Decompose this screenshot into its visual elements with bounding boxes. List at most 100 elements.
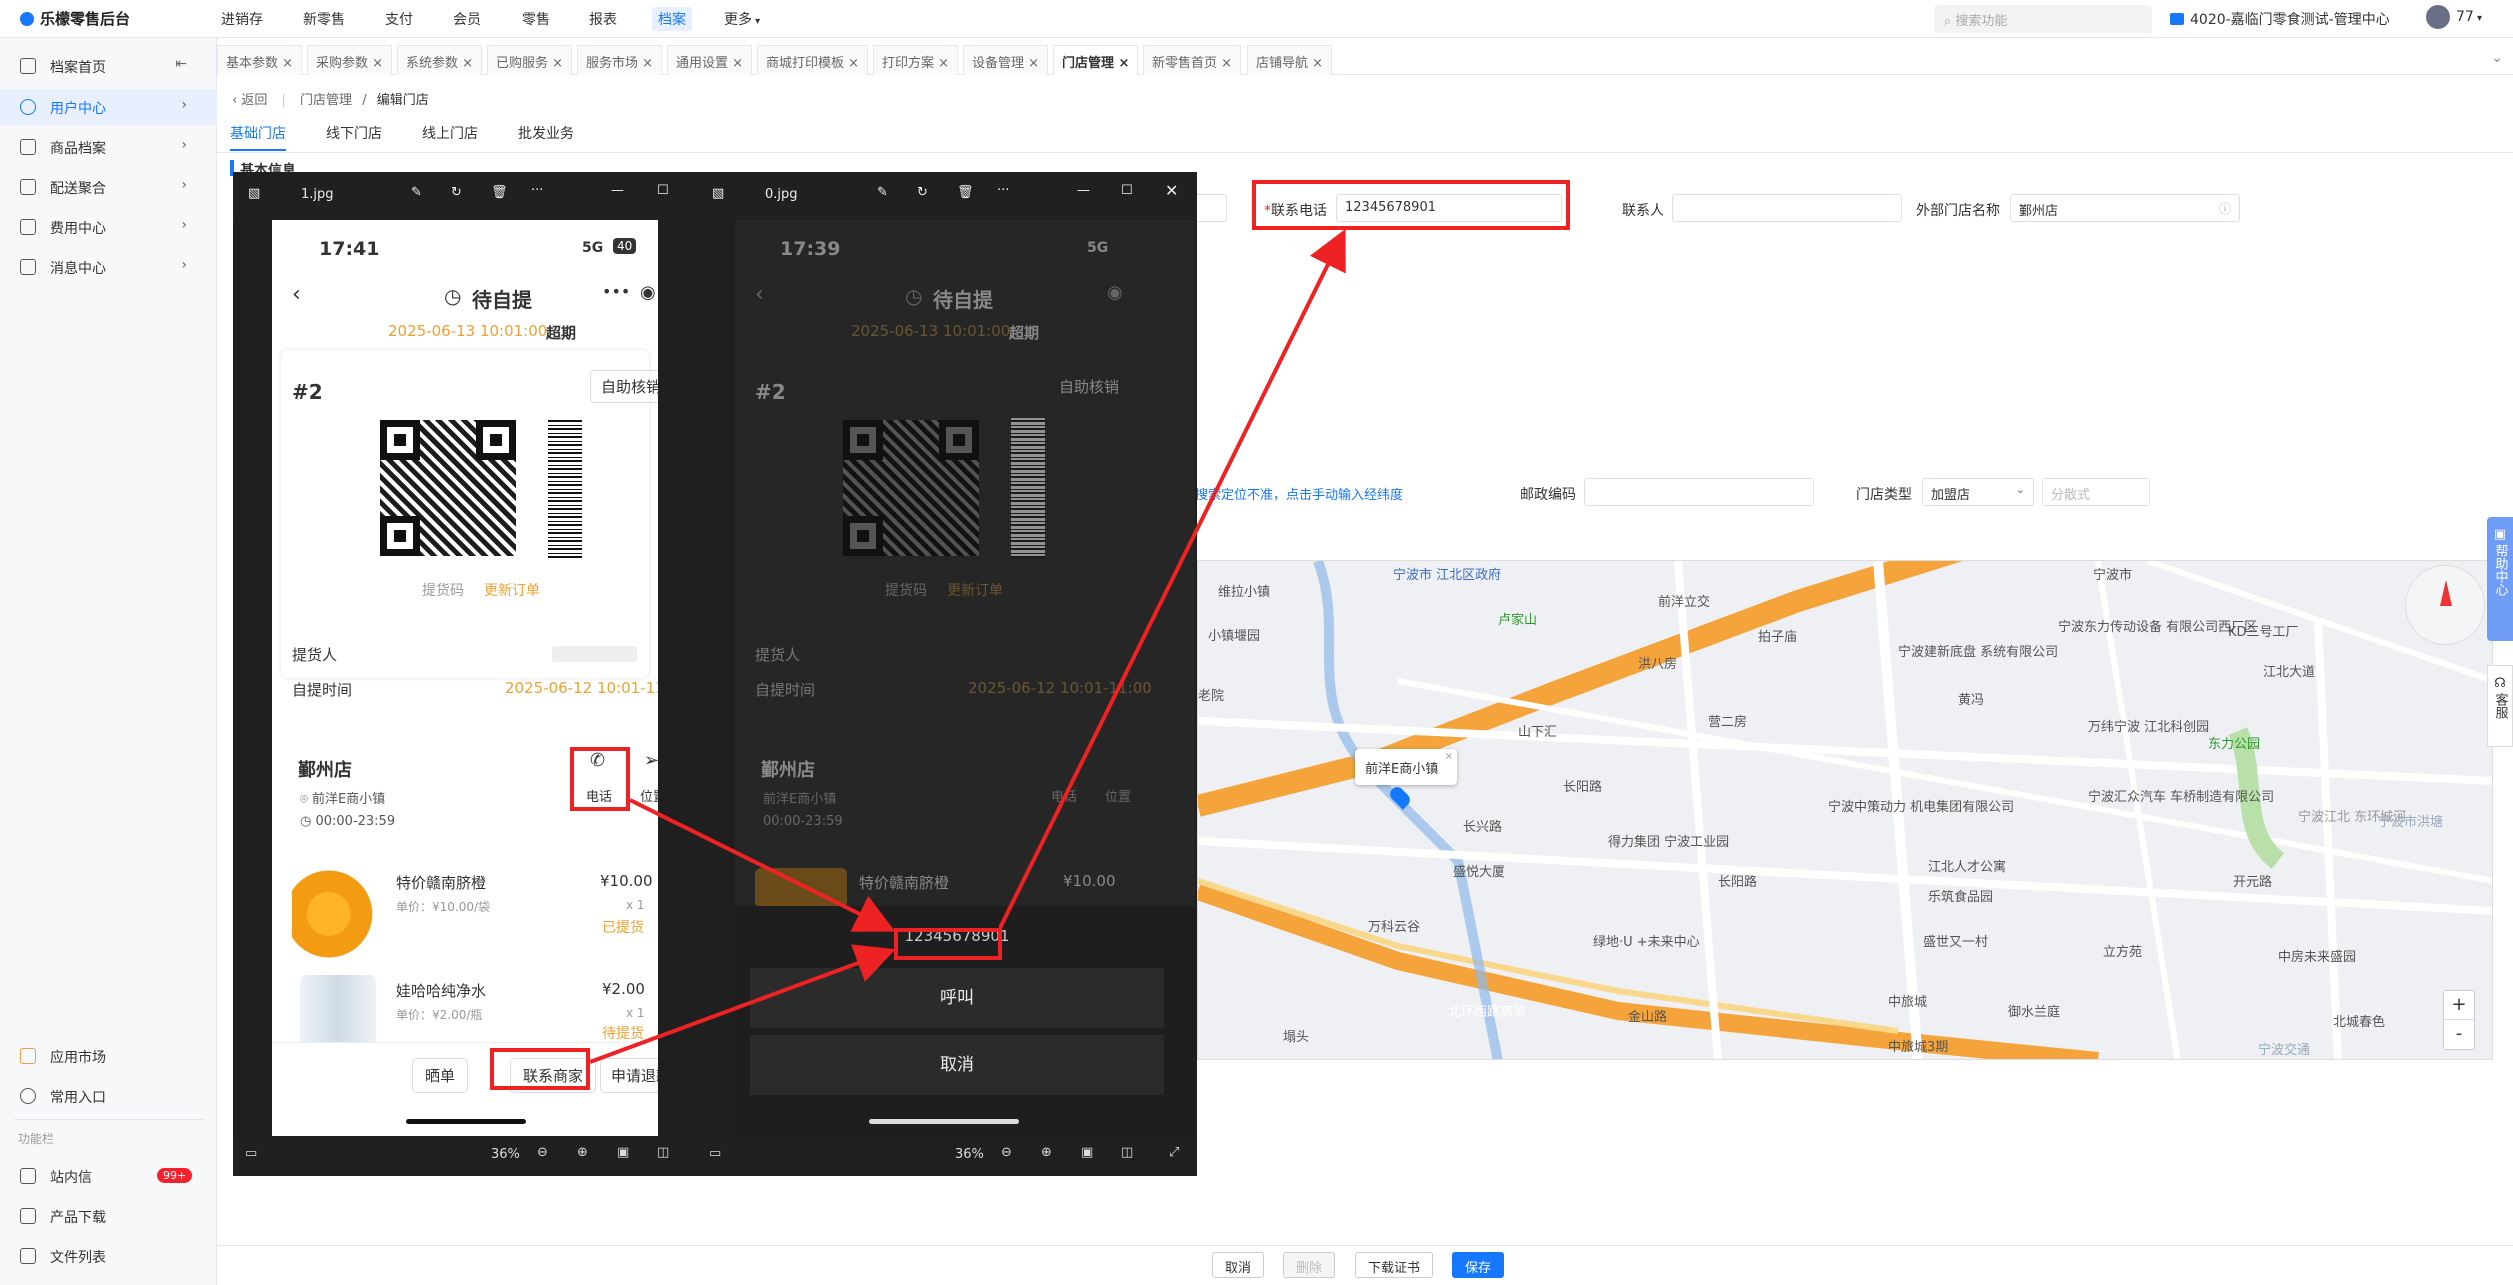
edit-icon[interactable]: ✎ bbox=[877, 185, 888, 200]
tab-purchase-params[interactable]: 采购参数 × bbox=[307, 45, 393, 75]
close-icon[interactable]: × bbox=[1119, 56, 1130, 71]
nav-item-inventory[interactable]: 进销存 bbox=[221, 9, 263, 29]
target-icon[interactable]: ◉ bbox=[640, 282, 656, 303]
close-icon[interactable]: × bbox=[552, 56, 563, 71]
more-icon[interactable]: ••• bbox=[602, 282, 630, 301]
edit-icon[interactable]: ✎ bbox=[411, 185, 422, 200]
back-link[interactable]: ‹ 返回 bbox=[232, 93, 267, 108]
collapse-icon[interactable]: ⇤ bbox=[175, 56, 187, 72]
cancel-button[interactable]: 取消 bbox=[1212, 1252, 1265, 1278]
tab-mall-print-template[interactable]: 商城打印模板 × bbox=[757, 45, 869, 75]
maximize-icon[interactable]: ☐ bbox=[657, 183, 669, 198]
external-name-field[interactable]: 鄞州店 ⓘ bbox=[2010, 194, 2240, 222]
refresh-order-link[interactable]: 更新订单 bbox=[484, 580, 540, 600]
zoom-out-button[interactable]: - bbox=[2444, 1019, 2474, 1048]
nav-item-new-retail[interactable]: 新零售 bbox=[303, 9, 345, 29]
tab-print-scheme[interactable]: 打印方案 × bbox=[873, 45, 959, 75]
maximize-icon[interactable]: ☐ bbox=[1121, 183, 1133, 198]
delete-button[interactable]: 删除 bbox=[1283, 1252, 1336, 1278]
sheet-cancel-button[interactable]: 取消 bbox=[750, 1035, 1164, 1095]
store-selector[interactable]: 4020-嘉临门零食测试-管理中心 bbox=[2170, 9, 2390, 29]
refund-button[interactable]: 申请退款 bbox=[600, 1058, 658, 1093]
sidebar-item-files[interactable]: 文件列表 bbox=[0, 1238, 217, 1274]
sidebar-item-message[interactable]: 消息中心 › bbox=[0, 249, 217, 285]
fullscreen-icon[interactable]: ⤢ bbox=[1169, 1145, 1179, 1160]
actual-size-icon[interactable]: ◫ bbox=[657, 1145, 669, 1160]
close-icon[interactable]: × bbox=[1445, 751, 1453, 762]
breadcrumb-parent[interactable]: 门店管理 bbox=[300, 93, 352, 108]
close-icon[interactable]: × bbox=[1028, 56, 1039, 71]
nav-item-report[interactable]: 报表 bbox=[589, 9, 617, 29]
minimize-icon[interactable]: — bbox=[611, 183, 624, 198]
filmstrip-icon[interactable]: ▭ bbox=[245, 1146, 257, 1161]
nav-item-archive[interactable]: 档案 bbox=[652, 7, 692, 31]
zoom-out-icon[interactable]: ⊖ bbox=[1001, 1145, 1012, 1160]
self-verify-button[interactable]: 自助核销 bbox=[590, 370, 658, 403]
nav-item-member[interactable]: 会员 bbox=[453, 9, 481, 29]
split-mode-field[interactable]: 分散式 bbox=[2042, 478, 2150, 506]
download-cert-button[interactable]: 下载证书 bbox=[1355, 1252, 1434, 1278]
nav-item-retail[interactable]: 零售 bbox=[522, 9, 550, 29]
sheet-call-button[interactable]: 呼叫 bbox=[750, 968, 1164, 1028]
delete-icon[interactable]: 🗑 bbox=[957, 185, 974, 200]
more-icon[interactable]: ··· bbox=[997, 183, 1009, 198]
nav-item-more[interactable]: 更多 ▾ bbox=[724, 9, 760, 29]
store-type-select[interactable]: 加盟店 ⌄ bbox=[1922, 478, 2034, 506]
map-compass[interactable] bbox=[2405, 565, 2485, 645]
subtab-wholesale[interactable]: 批发业务 bbox=[518, 123, 574, 143]
zoom-in-icon[interactable]: ⊕ bbox=[1041, 1145, 1052, 1160]
tab-basic-params[interactable]: 基本参数 × bbox=[217, 45, 303, 75]
back-icon[interactable]: ‹ bbox=[292, 282, 301, 307]
zoom-in-button[interactable]: + bbox=[2444, 991, 2474, 1019]
close-icon[interactable]: × bbox=[462, 56, 473, 71]
filmstrip-icon[interactable]: ▭ bbox=[709, 1146, 721, 1161]
share-order-button[interactable]: 晒单 bbox=[412, 1058, 469, 1093]
tab-new-retail-home[interactable]: 新零售首页 × bbox=[1143, 45, 1242, 75]
manual-latlng-link[interactable]: 若搜索定位不准，点击手动输入经纬度 bbox=[1182, 484, 1403, 503]
save-button[interactable]: 保存 bbox=[1452, 1252, 1505, 1278]
tab-system-params[interactable]: 系统参数 × bbox=[397, 45, 483, 75]
user-menu[interactable]: 77 ▾ bbox=[2426, 5, 2482, 29]
close-icon[interactable]: × bbox=[1312, 56, 1323, 71]
close-icon[interactable]: × bbox=[372, 56, 383, 71]
sidebar-item-download[interactable]: 产品下载 bbox=[0, 1198, 217, 1234]
tab-device-management[interactable]: 设备管理 × bbox=[963, 45, 1049, 75]
tab-shop-nav[interactable]: 店铺导航 × bbox=[1247, 45, 1333, 75]
rotate-icon[interactable]: ↻ bbox=[917, 185, 928, 200]
close-icon[interactable]: × bbox=[732, 56, 743, 71]
sidebar-item-archive-home[interactable]: 档案首页 ⇤ bbox=[0, 48, 217, 84]
zoom-in-icon[interactable]: ⊕ bbox=[577, 1145, 588, 1160]
close-icon[interactable]: × bbox=[848, 56, 859, 71]
zoom-out-icon[interactable]: ⊖ bbox=[537, 1145, 548, 1160]
nav-item-payment[interactable]: 支付 bbox=[385, 9, 413, 29]
postcode-field[interactable] bbox=[1584, 478, 1814, 506]
tab-purchased-services[interactable]: 已购服务 × bbox=[487, 45, 573, 75]
store-map[interactable]: 维拉小镇 宁波市 江北区政府 卢家山 前洋立交 小镇堰园 洪八房 拍子庙 宁波市… bbox=[1197, 560, 2493, 1060]
close-icon[interactable]: × bbox=[1221, 56, 1232, 71]
subtab-basic-store[interactable]: 基础门店 bbox=[230, 123, 286, 151]
sidebar-item-app-market[interactable]: 应用市场 bbox=[0, 1038, 217, 1074]
tab-service-market[interactable]: 服务市场 × bbox=[577, 45, 663, 75]
location-button-label[interactable]: 位置 bbox=[640, 786, 658, 805]
sidebar-item-favorites[interactable]: 常用入口 bbox=[0, 1078, 217, 1114]
rotate-icon[interactable]: ↻ bbox=[451, 185, 462, 200]
close-icon[interactable]: × bbox=[938, 56, 949, 71]
close-icon[interactable]: × bbox=[282, 56, 293, 71]
sidebar-item-fee[interactable]: 费用中心 › bbox=[0, 209, 217, 245]
minimize-icon[interactable]: — bbox=[1077, 183, 1090, 198]
sidebar-item-goods[interactable]: 商品档案 › bbox=[0, 129, 217, 165]
send-icon[interactable]: ➢ bbox=[644, 750, 658, 771]
close-icon[interactable]: ✕ bbox=[1165, 181, 1178, 200]
sidebar-item-user-center[interactable]: 用户中心 › bbox=[0, 89, 217, 125]
subtab-offline-store[interactable]: 线下门店 bbox=[326, 123, 382, 143]
fit-icon[interactable]: ▣ bbox=[1081, 1145, 1093, 1160]
app-logo[interactable]: 乐檬零售后台 bbox=[20, 8, 130, 29]
actual-size-icon[interactable]: ◫ bbox=[1121, 1145, 1133, 1160]
delete-icon[interactable]: 🗑 bbox=[491, 185, 508, 200]
help-center-button[interactable]: ▣ 帮助中心 bbox=[2487, 517, 2513, 641]
fit-icon[interactable]: ▣ bbox=[617, 1145, 629, 1160]
tab-general-settings[interactable]: 通用设置 × bbox=[667, 45, 753, 75]
search-input[interactable]: ⌕ 搜索功能 bbox=[1934, 5, 2152, 33]
tab-store-management[interactable]: 门店管理 × bbox=[1053, 45, 1139, 75]
close-icon[interactable]: × bbox=[642, 56, 653, 71]
